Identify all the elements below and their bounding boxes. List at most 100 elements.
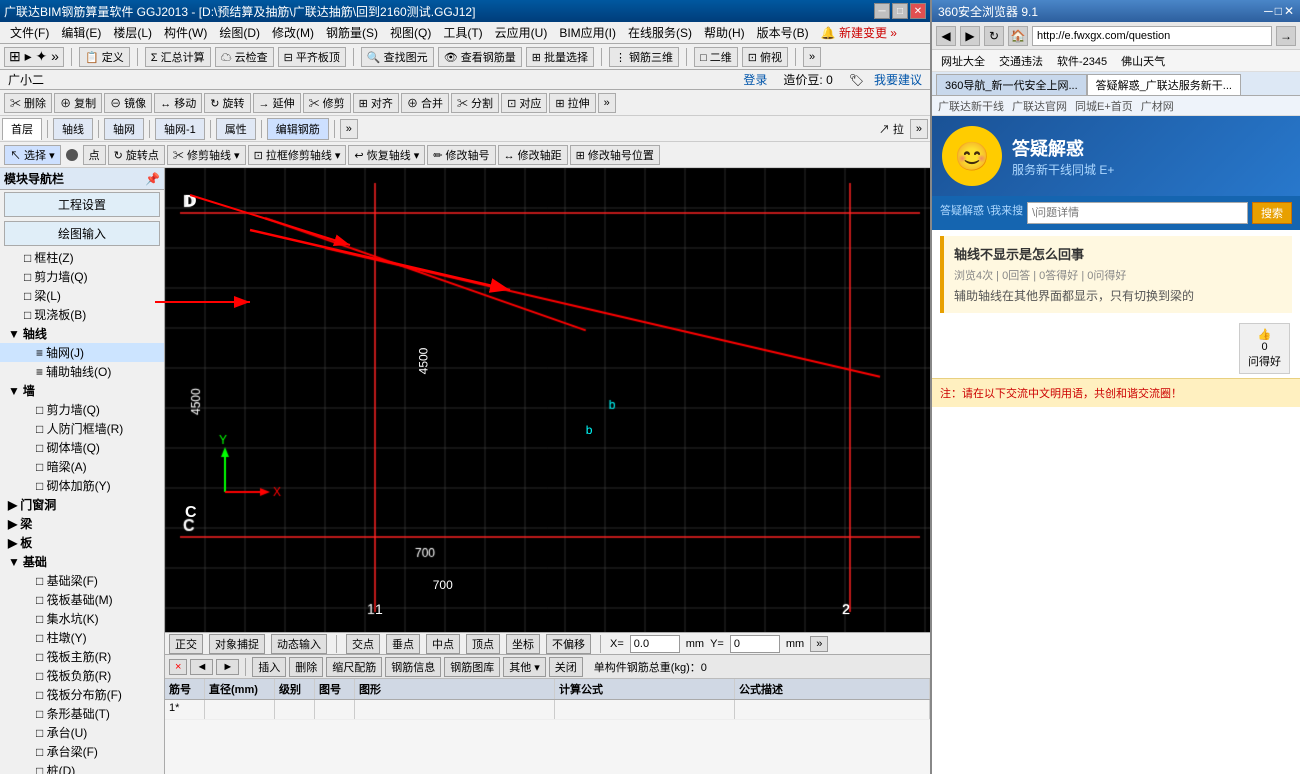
bookmark-weather[interactable]: 佛山天气 [1116,52,1170,70]
browser-go-btn[interactable]: → [1276,26,1296,46]
view-rebar-button[interactable]: 👁 查看钢筋量 [438,47,522,67]
sidebar-item-raft-dist[interactable]: □ 筏板分布筋(F) [0,685,164,704]
x-input[interactable] [630,635,680,653]
bookmark-traffic[interactable]: 交通违法 [994,52,1048,70]
split-btn[interactable]: ✂ 分割 [451,93,499,113]
qa-question-item[interactable]: 轴线不显示是怎么回事 浏览4次 | 0回答 | 0答得好 | 0问得好 辅助轴线… [940,236,1292,313]
extend-btn[interactable]: → 延伸 [253,93,301,113]
browser-maximize[interactable]: □ [1275,4,1282,18]
rebar-other-btn[interactable]: 其他 ▾ [503,657,546,677]
tab-grid-1[interactable]: 轴网-1 [155,118,205,140]
sidebar-group-door[interactable]: ▶ 门窗洞 [0,495,164,514]
sidebar-draw-input[interactable]: 绘图输入 [4,221,160,246]
perpendicular-btn[interactable]: 垂点 [386,634,420,654]
table-row[interactable]: 1* [165,700,930,720]
point-tool[interactable]: 点 [83,145,106,165]
mirror-btn[interactable]: ⊖ 镜像 [104,93,152,113]
trim-axis-tool[interactable]: ✂ 修剪轴线 ▾ [167,145,246,165]
copy-btn[interactable]: ⊕ 复制 [54,93,102,113]
move-btn[interactable]: ↔ 移动 [154,93,202,113]
midpoint-btn[interactable]: 中点 [426,634,460,654]
menu-edit[interactable]: 编辑(E) [55,22,107,43]
sidebar-item-sw2[interactable]: □ 剪力墙(Q) [0,400,164,419]
coord-btn[interactable]: 坐标 [506,634,540,654]
rebar-delete-btn[interactable]: 删除 [289,657,323,677]
trim-btn[interactable]: ✂ 修剪 [303,93,351,113]
sidebar-item-beam[interactable]: □ 梁(L) [0,286,164,305]
sidebar-item-grid[interactable]: ≡ 轴网(J) [0,343,164,362]
minimize-button[interactable]: ─ [874,3,890,19]
find-element-button[interactable]: 🔍 查找图元 [361,47,434,67]
tab-axis[interactable]: 轴线 [53,118,93,140]
box-trim-axis-tool[interactable]: ⊡ 拉框修剪轴线 ▾ [248,145,347,165]
dynamic-input-btn[interactable]: 动态输入 [271,634,327,654]
define-button[interactable]: 📋 定义 [79,47,130,67]
y-input[interactable] [730,635,780,653]
menu-view[interactable]: 视图(Q) [384,22,437,43]
batch-select-button[interactable]: ⊞ 批量选择 [526,47,594,67]
toolbar-icons-btn[interactable]: ⊞ ▸ ✦ » [4,47,64,67]
bookmark-webindex[interactable]: 网址大全 [936,52,990,70]
rebar-next-btn[interactable]: ► [216,659,239,675]
select-tool[interactable]: ↖ 选择 ▾ [4,145,61,165]
browser-back-btn[interactable]: ◀ [936,26,956,46]
merge-btn[interactable]: ⊕ 合并 [401,93,449,113]
intersection-btn[interactable]: 交点 [346,634,380,654]
menu-version[interactable]: 版本号(B) [751,22,815,43]
tab-properties[interactable]: 属性 [216,118,256,140]
menu-draw[interactable]: 绘图(D) [213,22,266,43]
modify-axis-pos-tool[interactable]: ⊞ 修改轴号位置 [570,145,660,165]
delete-btn[interactable]: ✂ 删除 [4,93,52,113]
more-toolbar-btn[interactable]: » [803,47,821,67]
menu-help[interactable]: 帮助(H) [698,22,751,43]
more-status-btn[interactable]: » [810,636,828,652]
top-view-button[interactable]: ⊡ 俯视 [742,47,788,67]
sidebar-item-pile-cap-beam[interactable]: □ 承台梁(F) [0,742,164,761]
snap-btn[interactable]: 对象捕捉 [209,634,265,654]
maximize-button[interactable]: □ [892,3,908,19]
sidebar-item-pile[interactable]: □ 桩(D) [0,761,164,774]
suggestion-link[interactable]: 我要建议 [874,71,922,88]
sidebar-item-frame-col[interactable]: □ 框柱(Z) [0,248,164,267]
sidebar-item-masonry-rebar[interactable]: □ 砌体加筋(Y) [0,476,164,495]
menu-component[interactable]: 构件(W) [158,22,213,43]
sidebar-item-raft-main[interactable]: □ 筏板主筋(R) [0,647,164,666]
rebar-scale-btn[interactable]: 缩尺配筋 [326,657,382,677]
tab-grid[interactable]: 轴网 [104,118,144,140]
rebar-closepanel-btn[interactable]: 关闭 [549,657,583,677]
link-gld-new[interactable]: 广联达新干线 [938,98,1004,114]
sidebar-item-strip[interactable]: □ 条形基础(T) [0,704,164,723]
diameter-input[interactable] [209,702,270,717]
sidebar-group-foundation[interactable]: ▼ 基础 [0,552,164,571]
sidebar-item-sump[interactable]: □ 集水坑(K) [0,609,164,628]
link-toncheng[interactable]: 同城E+首页 [1075,98,1133,114]
sidebar-item-found-beam[interactable]: □ 基础梁(F) [0,571,164,590]
sidebar-item-aux-axis[interactable]: ≡ 辅助轴线(O) [0,362,164,381]
rebar-insert-btn[interactable]: 插入 [252,657,286,677]
qa-search-input[interactable] [1027,202,1248,224]
browser-tab-qa[interactable]: 答疑解惑_广联达服务新干... [1087,74,1241,95]
sidebar-item-pile-cap[interactable]: □ 承台(U) [0,723,164,742]
sidebar-item-cast-slab[interactable]: □ 现浇板(B) [0,305,164,324]
rebar-info-btn[interactable]: 钢筋信息 [385,657,441,677]
menu-bim[interactable]: BIM应用(I) [553,22,622,43]
sidebar-item-col-cap[interactable]: □ 柱墩(Y) [0,628,164,647]
sidebar-group-axis[interactable]: ▼ 轴线 [0,324,164,343]
menu-file[interactable]: 文件(F) [4,22,55,43]
menu-cloud[interactable]: 云应用(U) [489,22,554,43]
menu-new-change[interactable]: 🔔 新建变更 » [815,22,903,43]
level-top-button[interactable]: ⊟ 平齐板顶 [278,47,346,67]
rotate-btn[interactable]: ↻ 旋转 [204,93,250,113]
browser-home-btn[interactable]: 🏠 [1008,26,1028,46]
rebar-prev-btn[interactable]: ◄ [190,659,213,675]
rotate-point-tool[interactable]: ↻ 旋转点 [108,145,165,165]
modify-axis-dist-tool[interactable]: ↔ 修改轴距 [498,145,568,165]
close-button[interactable]: ✕ [910,3,926,19]
row-diameter[interactable] [205,700,275,719]
like-button[interactable]: 👍 0 问得好 [1239,323,1290,374]
restore-axis-tool[interactable]: ↩ 恢复轴线 ▾ [348,145,425,165]
sidebar-project-setup[interactable]: 工程设置 [4,192,160,217]
more-right-btn[interactable]: » [910,119,928,139]
login-link[interactable]: 登录 [743,71,767,88]
browser-forward-btn[interactable]: ▶ [960,26,980,46]
